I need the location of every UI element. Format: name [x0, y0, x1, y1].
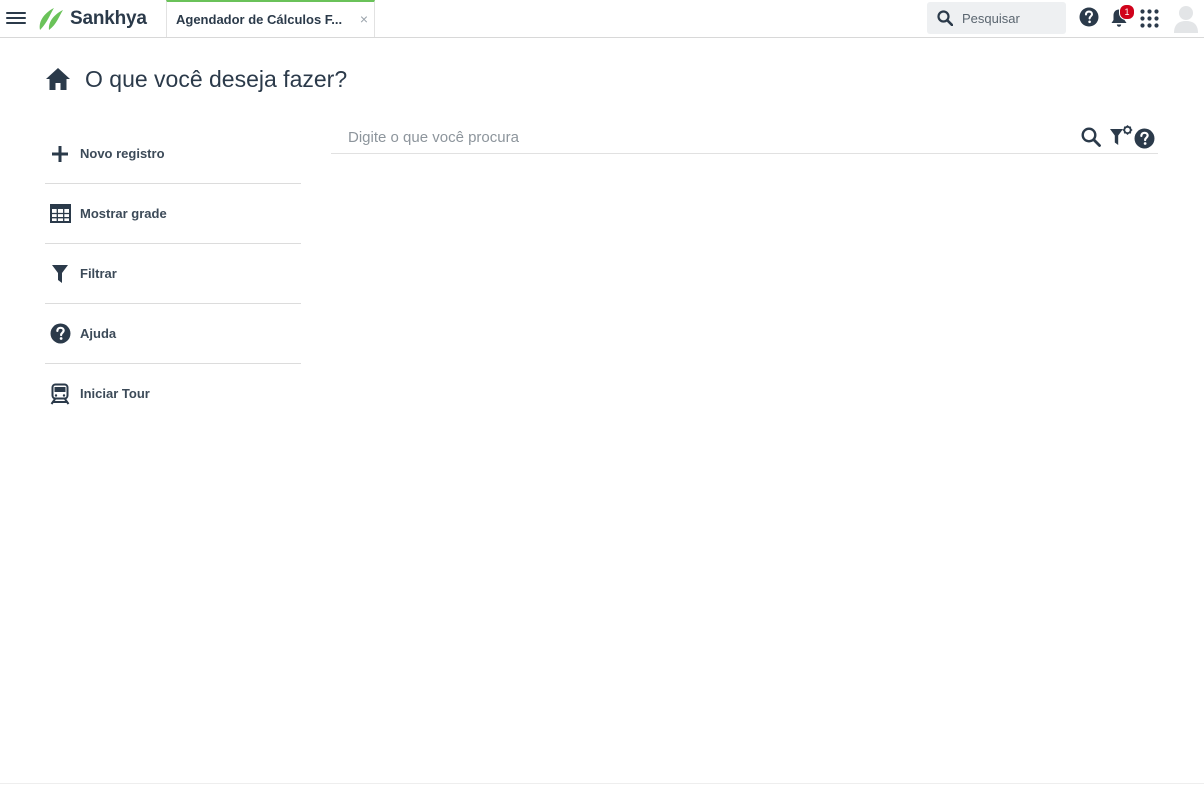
action-label: Filtrar — [80, 266, 117, 281]
main-search-input[interactable] — [346, 128, 1050, 147]
action-iniciar-tour[interactable]: Iniciar Tour — [45, 364, 301, 423]
footer-divider — [0, 783, 1204, 784]
global-search[interactable] — [927, 2, 1066, 34]
tab-label: Agendador de Cálculos F... — [176, 12, 343, 27]
home-icon — [46, 68, 70, 90]
tab-close-icon[interactable]: × — [360, 11, 368, 27]
help-circle-icon — [45, 323, 75, 344]
user-avatar-icon[interactable] — [1173, 4, 1199, 33]
brand-logo[interactable]: Sankhya — [36, 5, 147, 33]
filter-settings-icon[interactable] — [1109, 125, 1133, 147]
help-icon[interactable] — [1079, 7, 1099, 27]
apps-grid-icon[interactable] — [1140, 9, 1159, 28]
train-icon — [45, 383, 75, 405]
search-icon[interactable] — [1081, 127, 1101, 147]
action-label: Novo registro — [80, 146, 165, 161]
sankhya-leaf-icon — [39, 8, 63, 30]
tab-agendador[interactable]: Agendador de Cálculos F... × — [166, 0, 375, 37]
help-circle-icon[interactable] — [1134, 128, 1155, 149]
main-search-bar — [331, 122, 1158, 154]
grid-table-icon — [45, 204, 75, 223]
search-icon — [937, 10, 953, 26]
action-label: Ajuda — [80, 326, 117, 341]
hamburger-menu-icon[interactable] — [6, 9, 26, 27]
top-bar: Sankhya Agendador de Cálculos F... × 1 — [0, 0, 1204, 38]
action-label: Iniciar Tour — [80, 386, 150, 401]
action-filtrar[interactable]: Filtrar — [45, 244, 301, 304]
filter-icon — [45, 264, 75, 284]
action-label: Mostrar grade — [80, 206, 167, 221]
brand-name: Sankhya — [70, 8, 147, 29]
action-novo-registro[interactable]: Novo registro — [45, 124, 301, 184]
global-search-input[interactable] — [960, 9, 1059, 27]
page-title: O que você deseja fazer? — [85, 66, 348, 92]
notification-badge: 1 — [1119, 4, 1135, 20]
action-list: Novo registro Mostrar grade Filtrar Ajud… — [45, 124, 301, 423]
plus-icon — [45, 145, 75, 163]
action-mostrar-grade[interactable]: Mostrar grade — [45, 184, 301, 244]
action-ajuda[interactable]: Ajuda — [45, 304, 301, 364]
